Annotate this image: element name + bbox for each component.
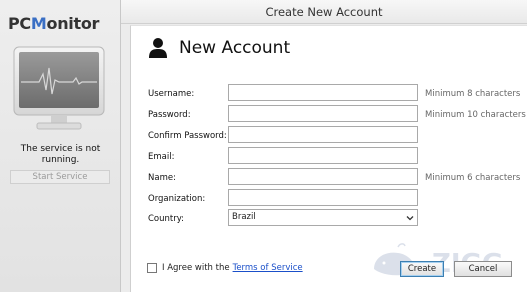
cancel-button[interactable]: Cancel xyxy=(454,261,512,277)
create-button[interactable]: Create xyxy=(400,261,444,277)
user-icon xyxy=(149,38,167,58)
agree-terms[interactable]: I Agree with the Terms of Service xyxy=(147,263,303,273)
username-label: Username: xyxy=(148,89,195,99)
organization-label: Organization: xyxy=(148,194,206,204)
confirm-password-field[interactable] xyxy=(228,126,418,143)
form-heading: New Account xyxy=(148,36,290,60)
monitor-heartbeat-icon xyxy=(13,46,105,130)
window-title: Create New Account xyxy=(121,0,527,24)
country-label: Country: xyxy=(148,214,185,224)
terms-of-service-link[interactable]: Terms of Service xyxy=(233,263,303,273)
sidebar: PCMonitor The service is not running. St… xyxy=(0,0,121,292)
app-logo: PCMonitor xyxy=(8,14,100,33)
password-field[interactable] xyxy=(228,105,418,122)
country-value: Brazil xyxy=(232,212,256,222)
account-form-panel: New Account Username: Minimum 8 characte… xyxy=(130,25,527,292)
form-title: New Account xyxy=(179,38,291,58)
confirm-password-label: Confirm Password: xyxy=(148,131,227,141)
name-label: Name: xyxy=(148,173,176,183)
password-hint: Minimum 10 characters xyxy=(425,110,526,120)
password-label: Password: xyxy=(148,110,191,120)
chevron-down-icon xyxy=(406,216,414,221)
country-select[interactable]: Brazil xyxy=(228,209,418,226)
username-field[interactable] xyxy=(228,84,418,101)
email-field[interactable] xyxy=(228,147,418,164)
start-service-button[interactable]: Start Service xyxy=(10,170,110,184)
username-hint: Minimum 8 characters xyxy=(425,89,521,99)
organization-field[interactable] xyxy=(228,189,418,206)
agree-label: I Agree with the xyxy=(162,263,230,273)
create-account-window: Create New Account New Account Username:… xyxy=(121,0,527,292)
name-hint: Minimum 6 characters xyxy=(425,173,521,183)
service-status-text: The service is not running. xyxy=(20,144,101,165)
agree-checkbox[interactable] xyxy=(147,263,157,273)
name-field[interactable] xyxy=(228,168,418,185)
email-label: Email: xyxy=(148,152,175,162)
